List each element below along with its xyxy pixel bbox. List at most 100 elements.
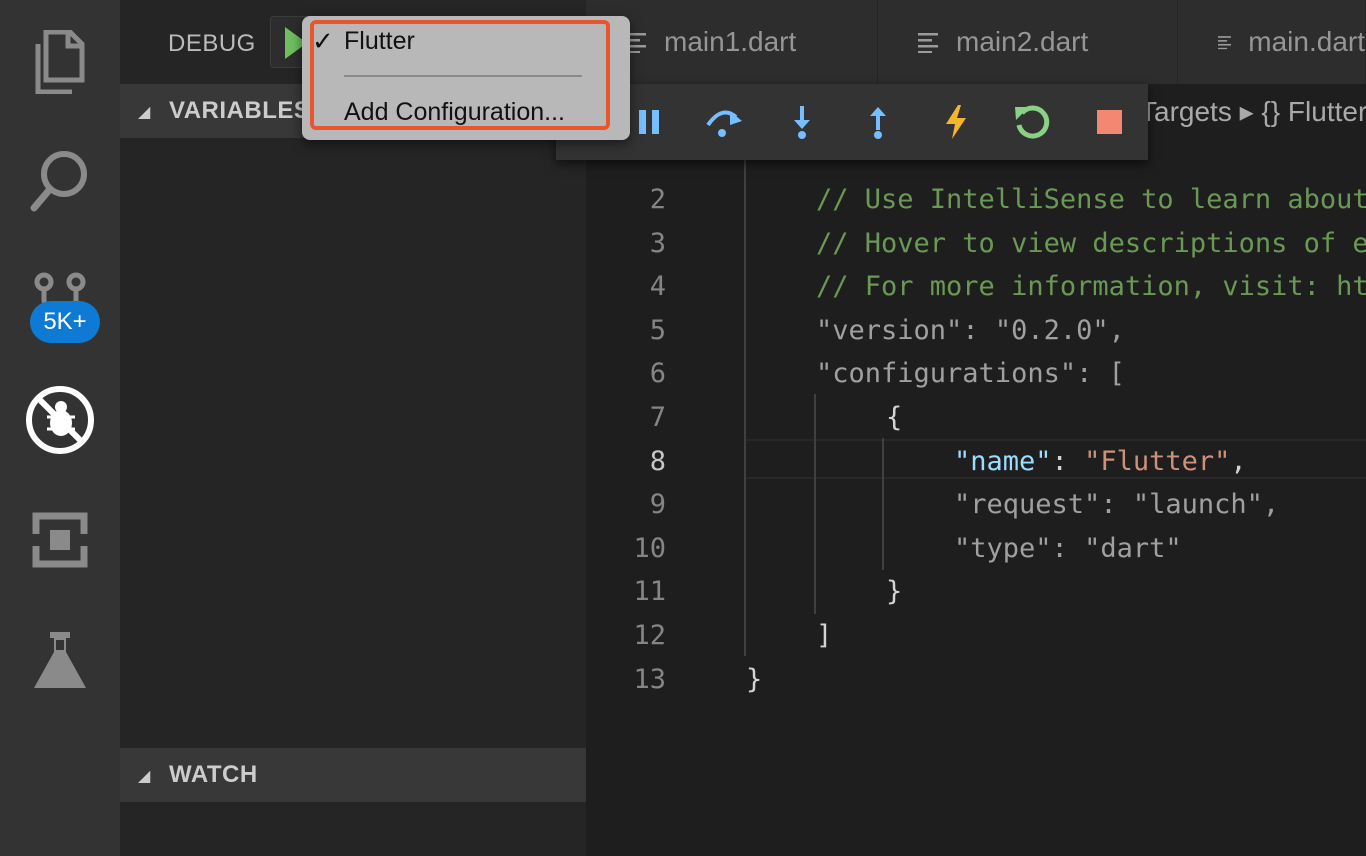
code-line: 9 "request": "launch",	[586, 483, 1366, 527]
code-token: : [	[1076, 358, 1125, 390]
line-number: 7	[649, 402, 666, 433]
line-code: "type": "dart"	[954, 527, 1182, 571]
line-code: // Hover to view descriptions of existin…	[816, 222, 1366, 266]
breadcrumb[interactable]: Targets ▸ {} Flutter	[1140, 95, 1366, 128]
code-editor[interactable]: 2 // Use IntelliSense to learn about poss…	[586, 84, 1366, 856]
step-into-button[interactable]	[782, 102, 822, 142]
code-token: ,	[1230, 445, 1247, 477]
code-line: 8 "name": "Flutter",	[586, 440, 1366, 484]
code-line: 4 // For more information, visit: https:/…	[586, 265, 1366, 309]
debug-title: DEBUG	[168, 30, 256, 57]
code-token: }	[886, 576, 903, 608]
code-token: "version"	[816, 314, 963, 346]
code-token: }	[746, 663, 763, 695]
step-over-icon	[706, 110, 742, 137]
line-number: 2	[649, 184, 666, 215]
step-over-button[interactable]	[704, 102, 744, 142]
checkmark-icon: ✓	[312, 26, 334, 56]
tab-label: main2.dart	[956, 26, 1089, 57]
code-line: 6 "configurations": [	[586, 352, 1366, 396]
debug-toolbar	[556, 84, 1148, 160]
variables-section-label: VARIABLES	[169, 97, 311, 124]
code-token: "type"	[954, 532, 1052, 564]
code-line: 7{	[586, 396, 1366, 440]
code-token: ]	[816, 620, 833, 651]
tab-main[interactable]: main.dart	[1178, 0, 1366, 84]
pause-icon	[639, 110, 659, 134]
hot-reload-button[interactable]	[936, 102, 976, 142]
code-token: // Hover to view descriptions of existin…	[816, 227, 1366, 259]
line-code: "request": "launch",	[954, 483, 1279, 527]
flask-icon[interactable]	[20, 620, 100, 700]
line-code: "configurations": [	[816, 352, 1125, 396]
code-line: 3 // Hover to view descriptions of existi…	[586, 222, 1366, 266]
dropdown-separator	[344, 75, 582, 77]
code-line: 11}	[586, 570, 1366, 614]
editor-tab-bar: main1.dart main2.dart main.dart	[586, 0, 1366, 84]
line-number: 12	[633, 620, 666, 651]
config-option-flutter[interactable]: Flutter	[344, 27, 415, 56]
code-line: 13}	[586, 658, 1366, 702]
tab-label: main.dart	[1248, 26, 1365, 57]
stop-icon	[1097, 110, 1122, 134]
stop-button[interactable]	[1090, 102, 1130, 142]
search-icon[interactable]	[20, 140, 100, 220]
hot-reload-icon	[946, 105, 966, 139]
line-code: }	[886, 570, 902, 614]
code-token: "launch"	[1132, 489, 1263, 521]
source-control-badge: 5K+	[30, 301, 100, 343]
code-token: ,	[1262, 489, 1280, 521]
code-line: 2 // Use IntelliSense to learn about poss…	[586, 178, 1366, 222]
code-token: "0.2.0"	[994, 314, 1109, 346]
line-number: 13	[633, 663, 666, 695]
line-number: 3	[649, 227, 666, 259]
add-configuration-option[interactable]: Add Configuration...	[344, 98, 565, 127]
code-token: // Use IntelliSense to learn about possi…	[816, 184, 1366, 215]
tab-main2[interactable]: main2.dart	[878, 0, 1178, 84]
restart-icon	[1015, 105, 1050, 139]
code-token: :	[962, 314, 995, 346]
code-token: :	[1051, 532, 1085, 564]
launch-config-dropdown[interactable]: ✓ Flutter Add Configuration...	[302, 16, 630, 140]
line-number: 6	[649, 358, 666, 390]
collapse-caret-icon: ◢	[138, 768, 151, 785]
line-number: 11	[633, 576, 666, 608]
step-out-button[interactable]	[858, 102, 898, 142]
extensions-icon[interactable]	[20, 500, 100, 580]
files-icon[interactable]	[20, 22, 100, 102]
code-line: 10 "type": "dart"	[586, 527, 1366, 571]
code-token: "configurations"	[816, 358, 1077, 390]
collapse-caret-icon: ◢	[138, 104, 151, 121]
line-code: "name": "Flutter",	[954, 440, 1247, 484]
code-token: "name"	[954, 445, 1052, 477]
code-token: :	[1051, 445, 1085, 477]
line-number: 10	[633, 532, 666, 564]
restart-button[interactable]	[1012, 102, 1052, 142]
line-number: 5	[649, 314, 666, 346]
code-line: 12]	[586, 614, 1366, 658]
line-code: // Use IntelliSense to learn about possi…	[816, 178, 1366, 222]
code-token: {	[886, 402, 903, 433]
code-token: "request"	[954, 489, 1101, 521]
step-out-icon	[870, 107, 886, 139]
line-code: }	[746, 658, 762, 702]
tab-label: main1.dart	[664, 26, 797, 57]
watch-section-header[interactable]: ◢ WATCH	[120, 748, 586, 802]
watch-section-label: WATCH	[169, 761, 258, 788]
line-code: // For more information, visit: https://…	[816, 265, 1366, 309]
code-line: 5 "version": "0.2.0",	[586, 309, 1366, 353]
file-lines-icon	[918, 33, 938, 53]
code-token: "Flutter"	[1084, 445, 1231, 477]
code-token: "dart"	[1084, 532, 1182, 564]
code-token: // For more information, visit: https://…	[816, 271, 1366, 303]
line-number: 9	[649, 489, 666, 521]
line-code: "version": "0.2.0",	[816, 309, 1125, 353]
line-code: {	[886, 396, 902, 440]
line-number: 8	[649, 445, 666, 477]
code-token: ,	[1108, 314, 1125, 346]
line-code: ]	[816, 614, 832, 658]
file-lines-icon	[1218, 36, 1231, 50]
pause-button[interactable]	[630, 102, 670, 142]
debug-icon[interactable]	[20, 380, 100, 460]
activity-bar: 5K+	[0, 0, 120, 856]
